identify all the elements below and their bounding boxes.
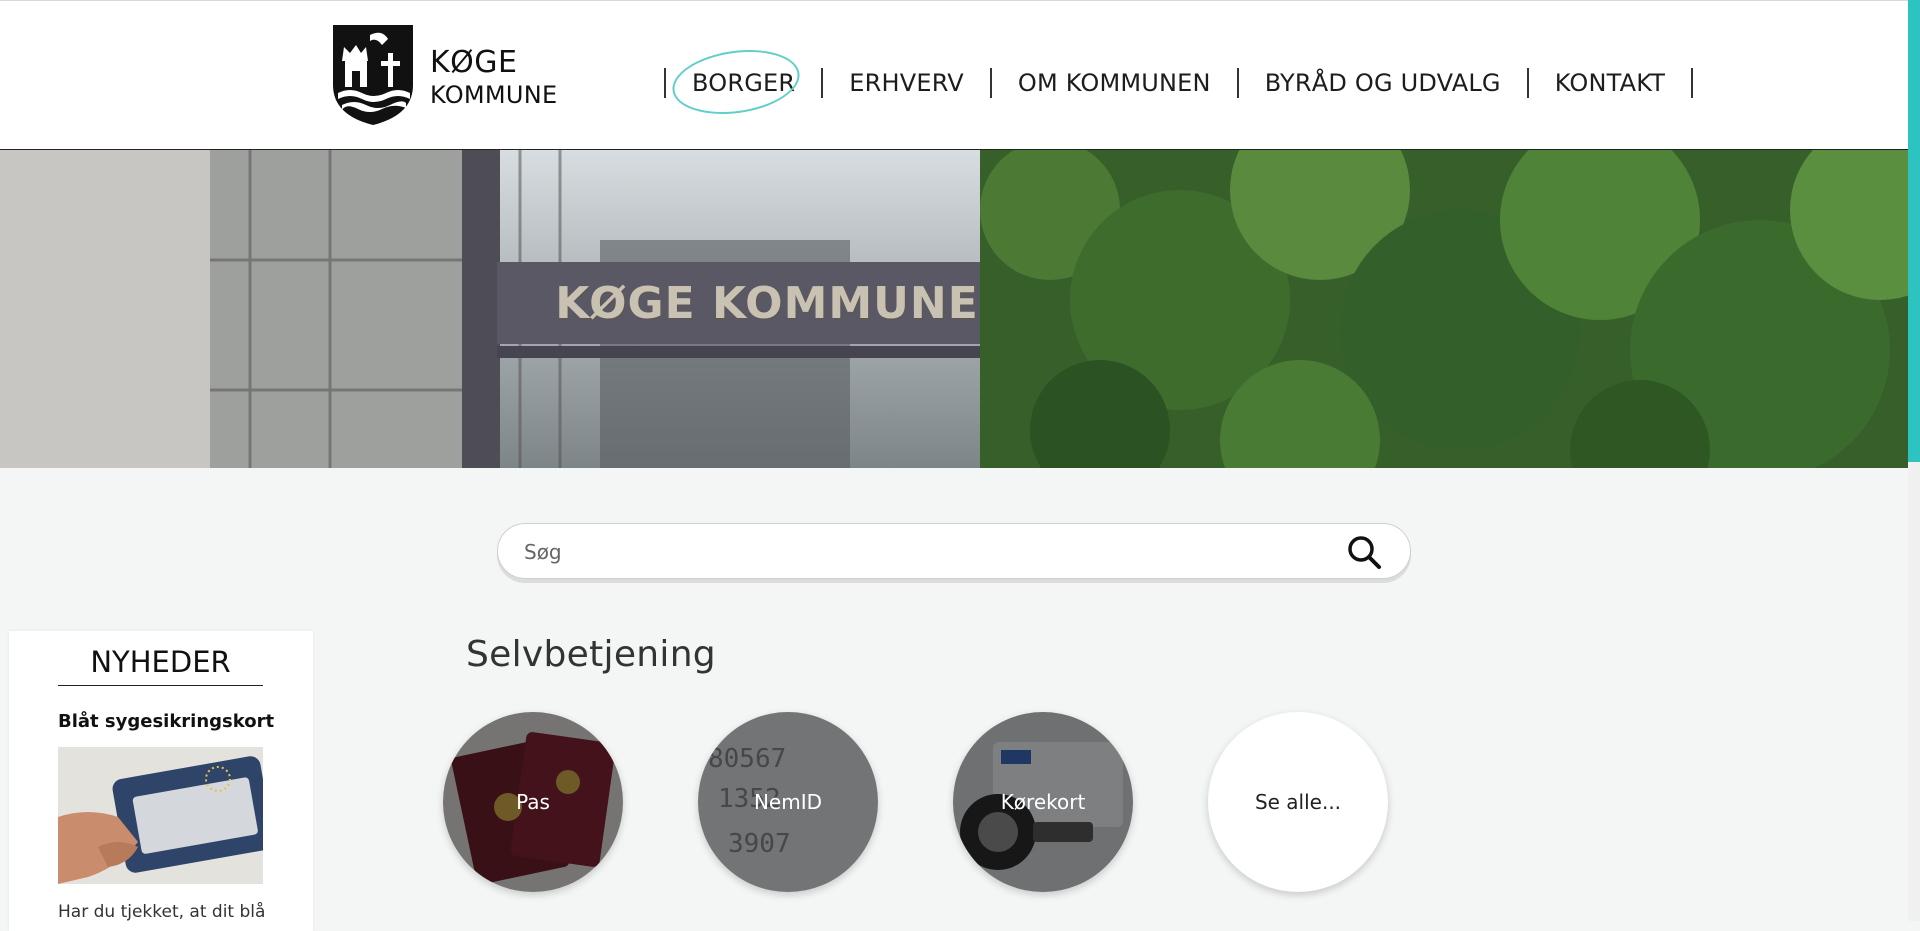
hero-sign-text: KØGE KOMMUNE: [555, 277, 979, 329]
nav-item-om-kommunen[interactable]: OM KOMMUNEN: [992, 69, 1237, 97]
page-scrollbar[interactable]: [1908, 0, 1920, 921]
search-input[interactable]: [522, 536, 1306, 568]
scrollbar-thumb[interactable]: [1908, 0, 1920, 462]
selfservice-tile-koerekort[interactable]: Kørekort: [953, 712, 1133, 892]
news-item-title[interactable]: Blåt sygesikringskort: [58, 711, 274, 732]
nav-divider: [1691, 68, 1694, 98]
selfservice-tile-pas[interactable]: Pas: [443, 712, 623, 892]
hero-banner: KØGE KOMMUNE: [0, 150, 1908, 468]
nav-item-erhverv[interactable]: ERHVERV: [823, 69, 990, 97]
tile-label-koerekort: Kørekort: [1000, 790, 1086, 814]
nav-item-borger[interactable]: BORGER: [666, 69, 821, 97]
news-item-excerpt: Har du tjekket, at dit blå: [58, 902, 266, 922]
tile-label-pas: Pas: [516, 790, 550, 814]
crest-logo-icon: [333, 25, 413, 125]
nav-item-kontakt[interactable]: KONTAKT: [1529, 69, 1691, 97]
logo-name-line1: KØGE: [430, 45, 518, 80]
news-panel: NYHEDER Blåt sygesikringskort Har du tje…: [9, 631, 313, 931]
selfservice-tile-see-all[interactable]: Se alle...: [1208, 712, 1388, 892]
search-bar: [497, 523, 1411, 579]
logo-name-line2: KOMMUNE: [430, 81, 558, 109]
selfservice-heading: Selvbetjening: [466, 634, 716, 675]
logo[interactable]: KØGE KOMMUNE: [330, 23, 570, 129]
site-header: KØGE KOMMUNE BORGER ERHVERV OM KOMMUNEN …: [0, 0, 1908, 150]
news-heading: NYHEDER: [58, 645, 263, 686]
search-icon[interactable]: [1346, 534, 1382, 570]
main-nav: BORGER ERHVERV OM KOMMUNEN BYRÅD OG UDVA…: [664, 61, 1694, 105]
tile-label-see-all: Se alle...: [1254, 790, 1342, 814]
news-item-image[interactable]: [58, 747, 263, 884]
selfservice-tile-nemid[interactable]: 80567 1352 3907 NemID: [698, 712, 878, 892]
nav-item-byraad-og-udvalg[interactable]: BYRÅD OG UDVALG: [1239, 69, 1527, 97]
tile-label-nemid: NemID: [753, 790, 823, 814]
